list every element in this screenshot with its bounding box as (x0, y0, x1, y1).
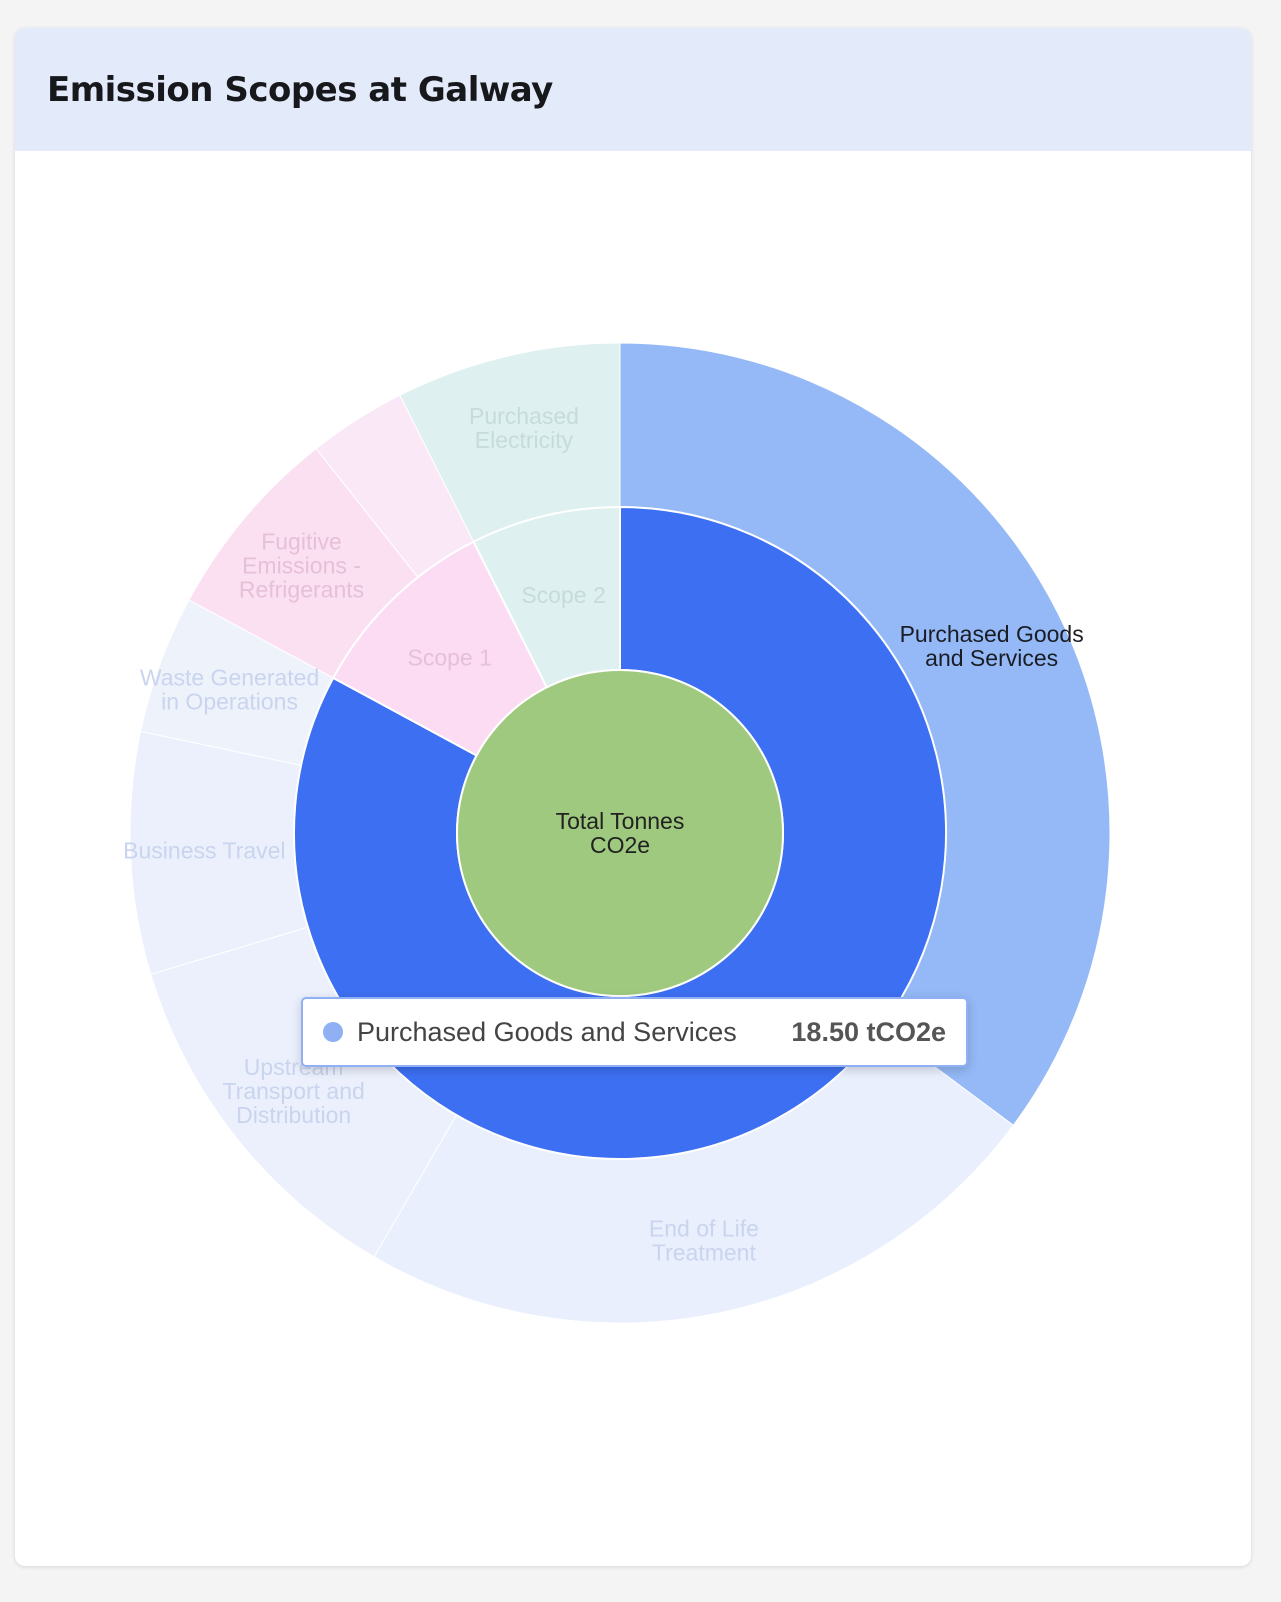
sunburst-chart: Scope 3Scope 1Scope 2Purchased Goodsand … (123, 342, 1111, 1324)
sunburst-chart-area: Scope 3Scope 1Scope 2Purchased Goodsand … (15, 151, 1251, 1566)
tooltip-value: 18.50 tCO2e (791, 1016, 946, 1047)
segment-label-scope-1: Scope 1 (408, 645, 492, 671)
chart-tooltip: Purchased Goods and Services 18.50 tCO2e (301, 997, 968, 1067)
segment-label-scope-2: Scope 2 (521, 582, 605, 608)
card-header: Emission Scopes at Galway (15, 28, 1251, 151)
segment-label-end-of-life-treatment: End of Life Treatment (649, 1215, 759, 1265)
segment-label-purchased-electricity: Purchased Electricity (469, 403, 579, 453)
tooltip-series-name: Purchased Goods and Services (357, 1016, 737, 1047)
segment-label-business-travel: Business Travel (123, 837, 285, 863)
segment-label-purchased-goods-and-services: Purchased Goods and Services (900, 621, 1084, 671)
segment-label-waste-generated-in-operations: Waste Generated in Operations (140, 664, 319, 714)
emission-scopes-card: Emission Scopes at Galway Scope 3Scope 1… (15, 28, 1251, 1566)
tooltip-color-dot (323, 1022, 343, 1042)
card-title: Emission Scopes at Galway (47, 69, 553, 110)
